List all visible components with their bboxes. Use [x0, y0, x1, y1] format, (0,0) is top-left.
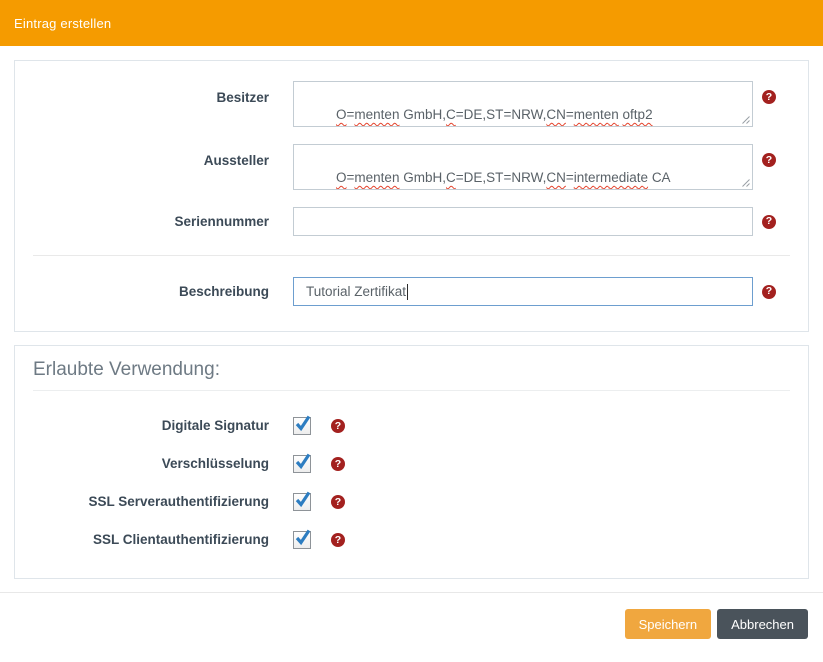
aussteller-value: O=menten GmbH,C=DE,ST=NRW,CN=intermediat…: [336, 170, 671, 185]
row-ssl-clientauthentifizierung: SSL Clientauthentifizierung ?: [33, 531, 790, 549]
help-icon[interactable]: ?: [762, 215, 776, 229]
digitale-signatur-checkbox[interactable]: [293, 417, 311, 435]
help-icon[interactable]: ?: [762, 285, 776, 299]
section-heading: Erlaubte Verwendung:: [33, 359, 790, 381]
modal-title: Eintrag erstellen: [14, 16, 111, 31]
help-icon[interactable]: ?: [331, 457, 345, 471]
beschreibung-input[interactable]: Tutorial Zertifikat: [293, 277, 753, 306]
row-ssl-serverauthentifizierung: SSL Serverauthentifizierung ?: [33, 493, 790, 511]
form-row-beschreibung: Beschreibung Tutorial Zertifikat ?: [33, 277, 790, 306]
beschreibung-label: Beschreibung: [33, 283, 269, 301]
aussteller-label: Aussteller: [33, 152, 269, 170]
modal-body: Besitzer O=menten GmbH,C=DE,ST=NRW,CN=me…: [0, 46, 823, 579]
modal-header: Eintrag erstellen: [0, 0, 823, 46]
cancel-button[interactable]: Abbrechen: [717, 609, 808, 639]
ssl-serverauth-checkbox[interactable]: [293, 493, 311, 511]
form-row-seriennummer: Seriennummer ?: [33, 207, 790, 236]
certificate-fields-card: Besitzer O=menten GmbH,C=DE,ST=NRW,CN=me…: [14, 60, 809, 332]
besitzer-textarea[interactable]: O=menten GmbH,C=DE,ST=NRW,CN=menten oftp…: [293, 81, 753, 127]
save-button[interactable]: Speichern: [625, 609, 712, 639]
section-divider: [33, 390, 790, 391]
help-icon[interactable]: ?: [762, 153, 776, 167]
verschluesselung-checkbox[interactable]: [293, 455, 311, 473]
form-row-aussteller: Aussteller O=menten GmbH,C=DE,ST=NRW,CN=…: [33, 144, 790, 190]
text-caret: [407, 284, 408, 300]
checkmark-icon: [294, 491, 312, 509]
digitale-signatur-label: Digitale Signatur: [33, 417, 269, 435]
aussteller-textarea[interactable]: O=menten GmbH,C=DE,ST=NRW,CN=intermediat…: [293, 144, 753, 190]
row-verschluesselung: Verschlüsselung ?: [33, 455, 790, 473]
modal-footer: Speichern Abbrechen: [0, 593, 823, 639]
form-row-besitzer: Besitzer O=menten GmbH,C=DE,ST=NRW,CN=me…: [33, 81, 790, 127]
field-divider: [33, 255, 790, 256]
resize-handle-icon[interactable]: [740, 177, 750, 187]
checkmark-icon: [294, 415, 312, 433]
help-icon[interactable]: ?: [331, 495, 345, 509]
ssl-clientauth-label: SSL Clientauthentifizierung: [33, 531, 269, 549]
besitzer-label: Besitzer: [33, 89, 269, 107]
help-icon[interactable]: ?: [331, 533, 345, 547]
ssl-serverauth-label: SSL Serverauthentifizierung: [33, 493, 269, 511]
seriennummer-input[interactable]: [293, 207, 753, 236]
help-icon[interactable]: ?: [331, 419, 345, 433]
seriennummer-label: Seriennummer: [33, 213, 269, 231]
row-digitale-signatur: Digitale Signatur ?: [33, 417, 790, 435]
besitzer-value: O=menten GmbH,C=DE,ST=NRW,CN=menten oftp…: [336, 107, 653, 122]
allowed-usage-card: Erlaubte Verwendung: Digitale Signatur ?…: [14, 345, 809, 579]
verschluesselung-label: Verschlüsselung: [33, 455, 269, 473]
checkmark-icon: [294, 529, 312, 547]
help-icon[interactable]: ?: [762, 90, 776, 104]
resize-handle-icon[interactable]: [740, 114, 750, 124]
beschreibung-value: Tutorial Zertifikat: [306, 284, 406, 299]
checkmark-icon: [294, 453, 312, 471]
ssl-clientauth-checkbox[interactable]: [293, 531, 311, 549]
